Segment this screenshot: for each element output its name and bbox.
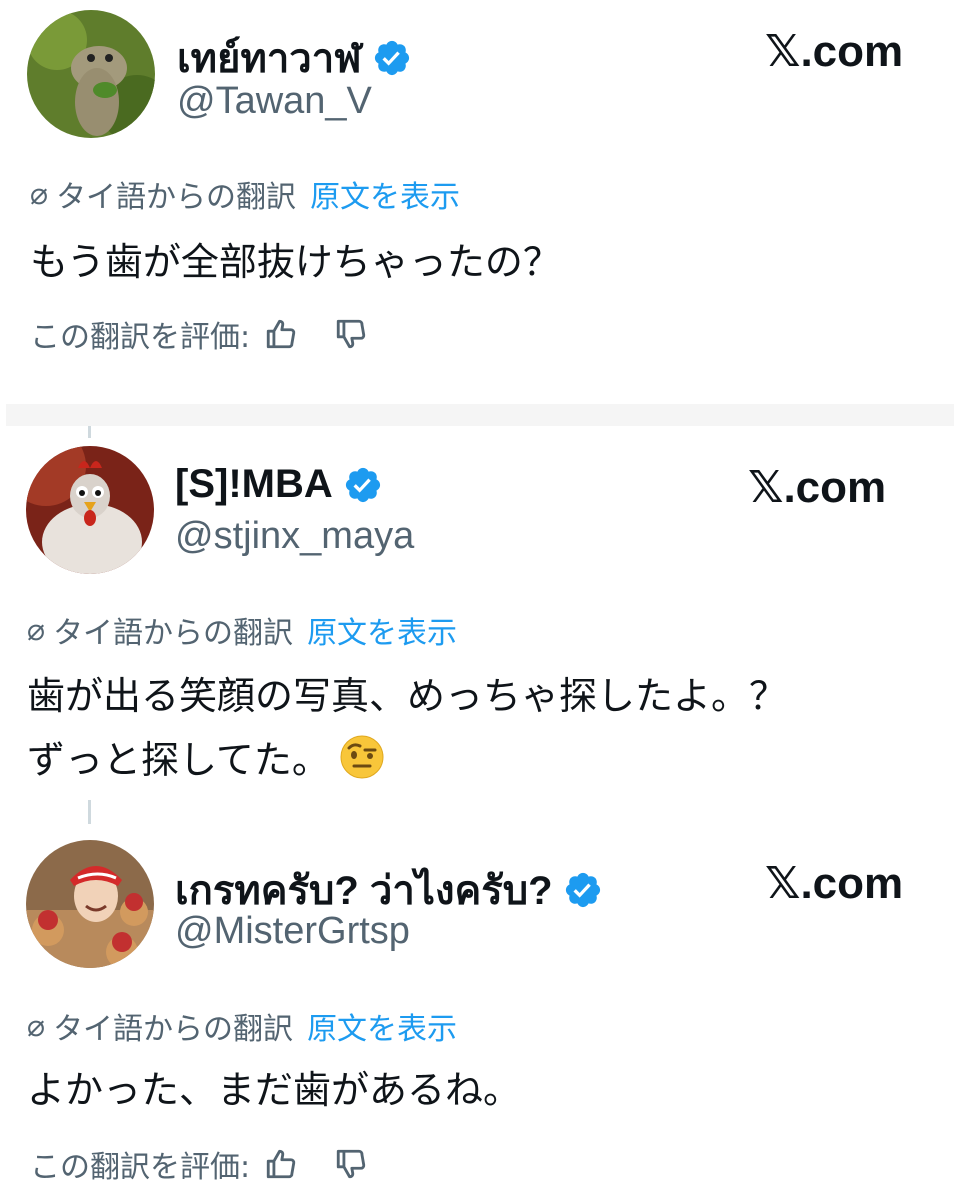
show-original-link[interactable]: 原文を表示 bbox=[307, 1004, 457, 1048]
thread-line bbox=[88, 426, 91, 438]
tweet-text-line: 歯が出る笑顔の写真、めっちゃ探したよ。？ bbox=[27, 674, 788, 718]
show-original-link[interactable]: 原文を表示 bbox=[310, 172, 460, 216]
xcom-link[interactable]: 𝕏.com bbox=[748, 462, 886, 513]
tweet-text: もう歯が全部抜けちゃったの？ bbox=[30, 240, 561, 284]
translate-icon: ⌀ bbox=[30, 176, 49, 212]
rate-translation: この翻訳を評価: bbox=[30, 312, 368, 356]
thumbs-down-icon[interactable] bbox=[334, 317, 368, 351]
avatar-simba[interactable] bbox=[26, 446, 154, 574]
rate-label: この翻訳を評価: bbox=[30, 320, 251, 355]
avatar-mistergrtsp[interactable] bbox=[26, 840, 154, 968]
translation-note: ⌀ タイ語からの翻訳 原文を表示 bbox=[27, 1004, 457, 1048]
author-name[interactable]: [S]!MBA bbox=[175, 462, 383, 507]
show-original-link[interactable]: 原文を表示 bbox=[307, 608, 457, 652]
author-handle[interactable]: @stjinx_maya bbox=[175, 515, 414, 558]
author-handle[interactable]: @MisterGrtsp bbox=[175, 910, 410, 953]
verified-badge-icon bbox=[565, 872, 600, 908]
thread-line bbox=[88, 800, 91, 824]
author-handle[interactable]: @Tawan_V bbox=[177, 80, 372, 123]
tweet-text-line: ずっと探してた。 bbox=[27, 728, 787, 792]
translation-source-label: タイ語からの翻訳 bbox=[56, 180, 297, 215]
translation-note: ⌀ タイ語からの翻訳 原文を表示 bbox=[27, 608, 457, 652]
verified-badge-icon bbox=[374, 40, 409, 76]
thumbs-up-icon[interactable] bbox=[264, 317, 298, 351]
thumbs-up-icon[interactable] bbox=[264, 1147, 298, 1181]
tweet-text: 歯が出る笑顔の写真、めっちゃ探したよ。？ ずっと探してた。 bbox=[27, 664, 787, 792]
tweet-text: よかった、まだ歯があるね。 bbox=[27, 1068, 522, 1112]
xcom-link[interactable]: 𝕏.com bbox=[765, 26, 903, 77]
translate-icon: ⌀ bbox=[27, 1008, 46, 1044]
verified-badge-icon bbox=[345, 467, 380, 502]
rate-translation: この翻訳を評価: bbox=[30, 1142, 368, 1186]
rate-label: この翻訳を評価: bbox=[30, 1150, 251, 1185]
avatar-tawan[interactable] bbox=[27, 10, 155, 138]
translation-source-label: タイ語からの翻訳 bbox=[53, 1012, 294, 1047]
face-with-raised-eyebrow-icon bbox=[340, 735, 384, 779]
post-separator bbox=[6, 404, 954, 426]
translate-icon: ⌀ bbox=[27, 612, 46, 648]
xcom-link[interactable]: 𝕏.com bbox=[765, 858, 903, 909]
translation-note: ⌀ タイ語からの翻訳 原文を表示 bbox=[30, 172, 460, 216]
translation-source-label: タイ語からの翻訳 bbox=[53, 616, 294, 651]
thumbs-down-icon[interactable] bbox=[334, 1147, 368, 1181]
